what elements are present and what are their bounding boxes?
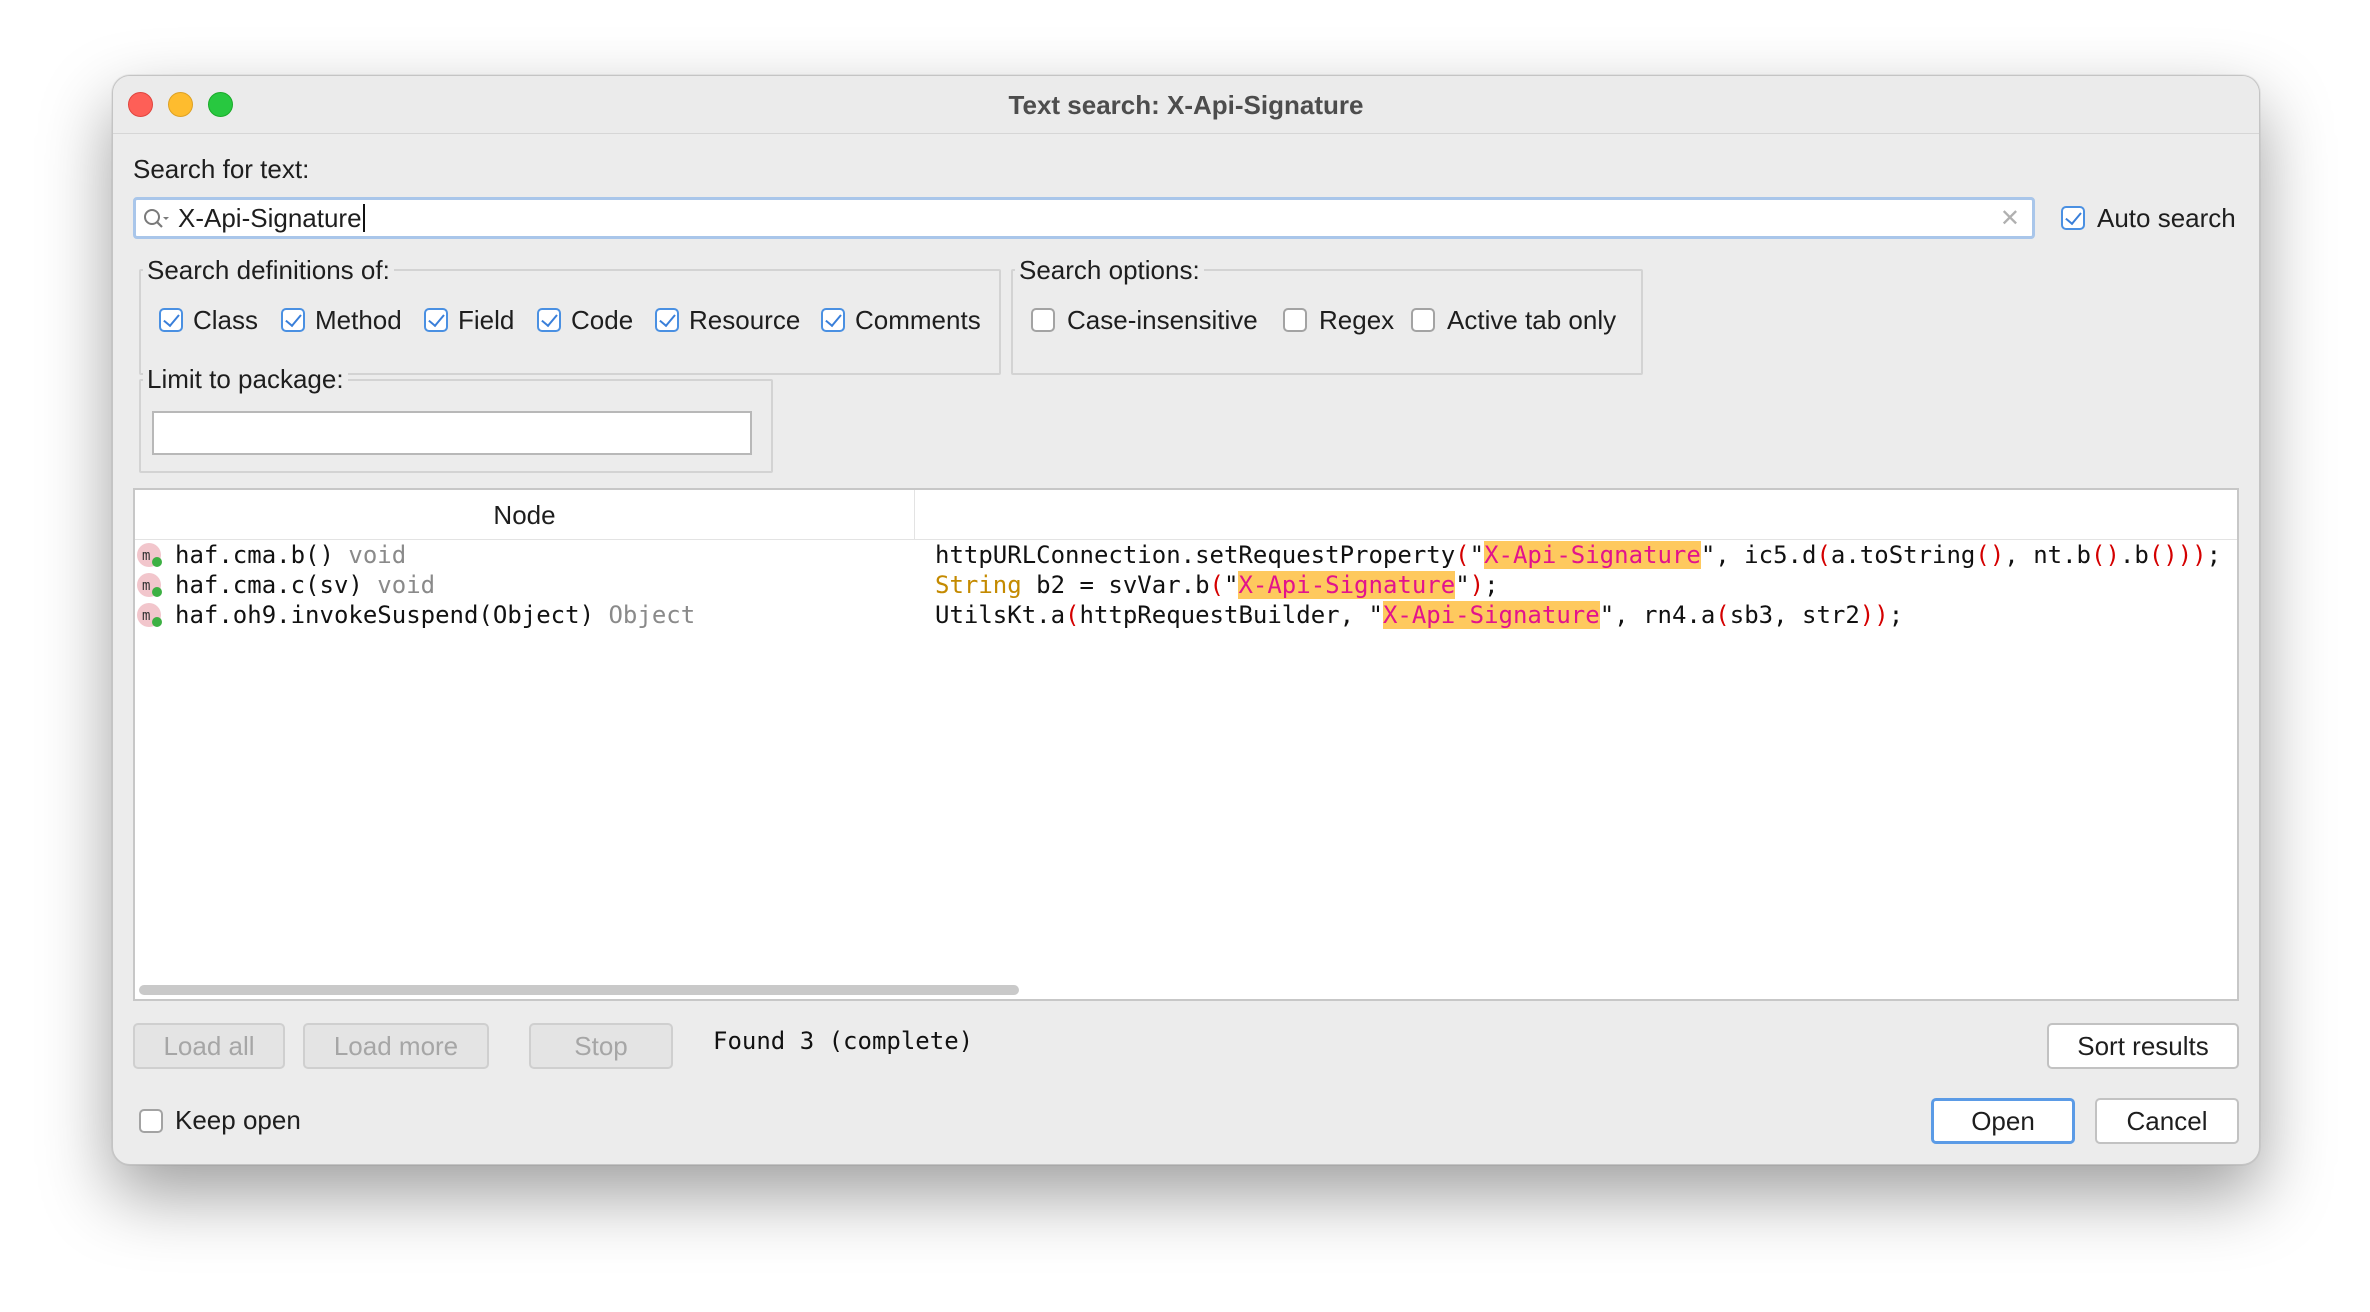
regex-label: Regex	[1319, 305, 1395, 335]
resource-checkbox[interactable]	[655, 308, 679, 332]
case-insensitive-checkbox[interactable]	[1031, 308, 1055, 332]
clear-icon[interactable]: ✕	[2000, 204, 2020, 233]
method-checkbox[interactable]	[281, 308, 305, 332]
sort-results-button[interactable]: Sort results	[2047, 1023, 2239, 1069]
search-definitions-title: Search definitions of:	[143, 255, 394, 286]
results-header: Node	[135, 490, 2237, 540]
table-row[interactable]: m haf.cma.b() void httpURLConnection.set…	[135, 540, 2237, 570]
active-tab-only-checkbox[interactable]	[1411, 308, 1435, 332]
field-label: Field	[458, 305, 515, 335]
class-label: Class	[193, 305, 259, 335]
resource-label: Resource	[689, 305, 801, 335]
method-icon: m	[137, 573, 162, 597]
open-button[interactable]: Open	[1931, 1098, 2075, 1144]
method-label: Method	[315, 305, 402, 335]
active-tab-only-label: Active tab only	[1447, 305, 1617, 335]
method-icon: m	[137, 543, 162, 567]
svg-text:m: m	[142, 578, 150, 594]
window-title: Text search: X-Api-Signature	[1008, 90, 1364, 120]
method-icon: m	[137, 603, 162, 627]
package-input[interactable]	[152, 411, 752, 455]
node-name: haf.cma.b() void	[175, 541, 407, 569]
code-snippet: httpURLConnection.setRequestProperty("X-…	[935, 541, 2222, 569]
search-icon	[144, 209, 169, 228]
load-more-button[interactable]: Load more	[303, 1023, 489, 1069]
search-options-title: Search options:	[1015, 255, 1204, 286]
limit-package-title: Limit to package:	[143, 364, 348, 395]
results-table[interactable]: Node m haf.cma.b() void httpURLConnectio…	[133, 488, 2239, 1001]
code-snippet: String b2 = svVar.b("X-Api-Signature");	[935, 571, 1499, 599]
code-label: Code	[571, 305, 634, 335]
keep-open-label: Keep open	[175, 1105, 301, 1135]
comments-label: Comments	[855, 305, 981, 335]
search-input[interactable]: X-Api-Signature ✕	[133, 197, 2035, 239]
search-label: Search for text:	[133, 154, 310, 184]
cancel-button[interactable]: Cancel	[2095, 1098, 2239, 1144]
text-search-dialog: Text search: X-Api-Signature Search for …	[112, 75, 2260, 1165]
table-row[interactable]: m haf.oh9.invokeSuspend(Object) Object U…	[135, 600, 2237, 630]
case-insensitive-label: Case-insensitive	[1067, 305, 1258, 335]
code-snippet: UtilsKt.a(httpRequestBuilder, "X-Api-Sig…	[935, 601, 1904, 629]
horizontal-scrollbar[interactable]	[139, 985, 1019, 995]
regex-checkbox[interactable]	[1283, 308, 1307, 332]
results-status: Found 3 (complete)	[713, 1027, 974, 1055]
node-name: haf.oh9.invokeSuspend(Object) Object	[175, 601, 696, 629]
title-bar: Text search: X-Api-Signature	[113, 76, 2259, 134]
load-all-button[interactable]: Load all	[133, 1023, 285, 1069]
comments-checkbox[interactable]	[821, 308, 845, 332]
field-checkbox[interactable]	[424, 308, 448, 332]
code-checkbox[interactable]	[537, 308, 561, 332]
node-column-header[interactable]: Node	[135, 490, 915, 540]
table-row[interactable]: m haf.cma.c(sv) void String b2 = svVar.b…	[135, 570, 2237, 600]
auto-search-label: Auto search	[2097, 203, 2236, 233]
svg-text:m: m	[142, 548, 150, 564]
keep-open-checkbox[interactable]	[139, 1109, 163, 1133]
search-input-value[interactable]: X-Api-Signature	[178, 204, 365, 232]
auto-search-checkbox[interactable]	[2061, 206, 2085, 230]
stop-button[interactable]: Stop	[529, 1023, 673, 1069]
class-checkbox[interactable]	[159, 308, 183, 332]
node-name: haf.cma.c(sv) void	[175, 571, 436, 599]
svg-text:m: m	[142, 608, 150, 624]
